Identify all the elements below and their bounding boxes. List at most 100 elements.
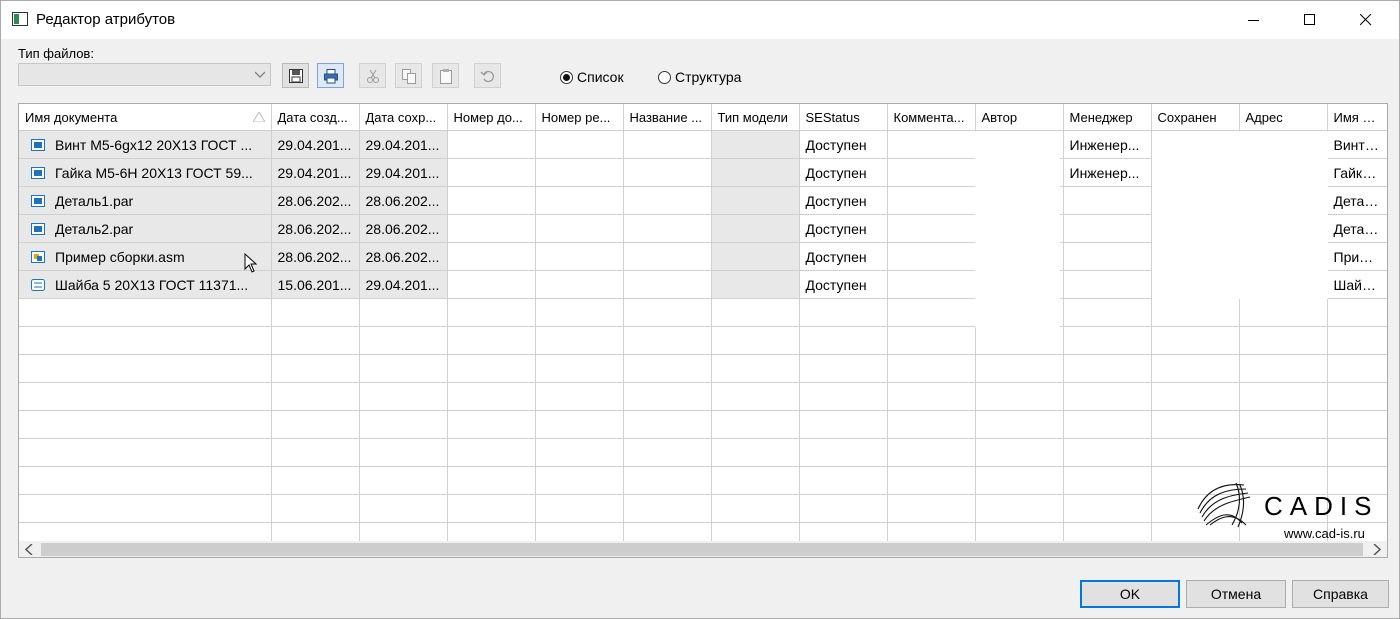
table-cell[interactable] bbox=[623, 186, 712, 215]
table-cell[interactable]: Деталь2 bbox=[1327, 214, 1387, 243]
table-cell[interactable]: 15.06.201... bbox=[271, 270, 360, 299]
table-cell[interactable]: 29.04.201... bbox=[271, 130, 360, 159]
column-header[interactable]: Коммента... bbox=[887, 104, 976, 131]
table-cell[interactable] bbox=[447, 158, 536, 187]
table-cell[interactable]: Доступен bbox=[799, 214, 888, 243]
column-header[interactable]: Номер ре... bbox=[535, 104, 624, 131]
scrollbar-thumb[interactable] bbox=[41, 543, 1363, 556]
table-cell[interactable]: 28.06.202... bbox=[359, 242, 448, 271]
table-cell[interactable] bbox=[535, 130, 624, 159]
table-cell[interactable]: Шайба 5 bbox=[1327, 270, 1387, 299]
table-cell[interactable] bbox=[711, 242, 800, 271]
table-cell[interactable] bbox=[447, 242, 536, 271]
table-cell[interactable] bbox=[447, 186, 536, 215]
table-cell[interactable]: 29.04.201... bbox=[359, 130, 448, 159]
table-cell[interactable] bbox=[711, 186, 800, 215]
table-cell[interactable] bbox=[887, 130, 976, 159]
help-button[interactable]: Справка bbox=[1292, 580, 1389, 608]
radio-structure-dot[interactable] bbox=[658, 70, 671, 84]
table-cell[interactable]: Доступен bbox=[799, 130, 888, 159]
table-cell[interactable]: Деталь2.par bbox=[19, 214, 272, 243]
maximize-button[interactable] bbox=[1287, 1, 1333, 39]
table-cell[interactable]: Инженер... bbox=[1063, 130, 1152, 159]
column-header[interactable]: Адрес bbox=[1239, 104, 1328, 131]
column-header[interactable]: Дата сохр... bbox=[359, 104, 448, 131]
column-header[interactable]: Имя фай bbox=[1327, 104, 1387, 131]
table-cell[interactable]: Доступен bbox=[799, 158, 888, 187]
table-cell[interactable] bbox=[887, 214, 976, 243]
table-cell[interactable]: 29.04.201... bbox=[359, 270, 448, 299]
horizontal-scrollbar[interactable] bbox=[19, 541, 1387, 557]
table-cell[interactable] bbox=[711, 130, 800, 159]
close-button[interactable] bbox=[1343, 1, 1389, 39]
table-cell[interactable]: 28.06.202... bbox=[271, 242, 360, 271]
table-cell[interactable] bbox=[535, 186, 624, 215]
table-cell[interactable]: Шайба 5 20Х13 ГОСТ 11371... bbox=[19, 270, 272, 299]
table-cell[interactable] bbox=[711, 270, 800, 299]
table-cell[interactable]: 28.06.202... bbox=[359, 186, 448, 215]
table-cell[interactable]: Пример bbox=[1327, 242, 1387, 271]
table-cell[interactable] bbox=[887, 270, 976, 299]
table-cell[interactable]: 28.06.202... bbox=[271, 186, 360, 215]
table-cell[interactable] bbox=[887, 186, 976, 215]
column-header[interactable]: Имя документа bbox=[19, 104, 272, 131]
table-cell[interactable] bbox=[1063, 242, 1152, 271]
table-cell[interactable]: Инженер... bbox=[1063, 158, 1152, 187]
table-cell[interactable] bbox=[623, 242, 712, 271]
table-cell[interactable] bbox=[1063, 214, 1152, 243]
print-button[interactable] bbox=[317, 63, 344, 88]
table-cell[interactable] bbox=[535, 242, 624, 271]
table-cell[interactable] bbox=[623, 270, 712, 299]
table-cell[interactable] bbox=[447, 270, 536, 299]
table-cell[interactable]: Винт М5-6gx12 20Х13 ГОСТ ... bbox=[19, 130, 272, 159]
table-cell[interactable] bbox=[623, 158, 712, 187]
table-cell[interactable]: Деталь1.par bbox=[19, 186, 272, 215]
table-cell[interactable]: 29.04.201... bbox=[271, 158, 360, 187]
table-cell[interactable] bbox=[1063, 270, 1152, 299]
table-cell[interactable]: Доступен bbox=[799, 186, 888, 215]
column-header[interactable]: Тип модели bbox=[711, 104, 800, 131]
table-cell[interactable] bbox=[711, 214, 800, 243]
table-cell[interactable] bbox=[535, 270, 624, 299]
minimize-button[interactable] bbox=[1231, 1, 1277, 39]
column-header[interactable]: SEStatus bbox=[799, 104, 888, 131]
table-cell[interactable]: 28.06.202... bbox=[271, 214, 360, 243]
table-cell[interactable]: Пример сборки.asm bbox=[19, 242, 272, 271]
table-cell[interactable] bbox=[535, 158, 624, 187]
cancel-button[interactable]: Отмена bbox=[1186, 580, 1286, 608]
table-cell[interactable]: Доступен bbox=[799, 242, 888, 271]
copy-button[interactable] bbox=[395, 63, 422, 88]
cut-button[interactable] bbox=[359, 63, 386, 88]
table-cell[interactable]: Винт М5 bbox=[1327, 130, 1387, 159]
column-header[interactable]: Номер до... bbox=[447, 104, 536, 131]
table-cell[interactable] bbox=[623, 130, 712, 159]
scroll-right-icon[interactable] bbox=[1373, 544, 1381, 555]
paste-button[interactable] bbox=[432, 63, 459, 88]
column-header[interactable]: Менеджер bbox=[1063, 104, 1152, 131]
table-cell[interactable]: 29.04.201... bbox=[359, 158, 448, 187]
table-cell[interactable] bbox=[447, 214, 536, 243]
save-button[interactable] bbox=[282, 63, 309, 88]
table-cell[interactable] bbox=[711, 158, 800, 187]
table-cell[interactable]: 28.06.202... bbox=[359, 214, 448, 243]
column-header[interactable]: Дата созд... bbox=[271, 104, 360, 131]
table-cell[interactable]: Деталь1 bbox=[1327, 186, 1387, 215]
column-header[interactable]: Название ... bbox=[623, 104, 712, 131]
column-header[interactable]: Сохранен bbox=[1151, 104, 1240, 131]
table-cell[interactable] bbox=[535, 214, 624, 243]
table-cell[interactable] bbox=[1063, 186, 1152, 215]
scroll-left-icon[interactable] bbox=[25, 544, 33, 555]
radio-view-list[interactable]: Список bbox=[560, 69, 624, 85]
table-cell[interactable] bbox=[887, 158, 976, 187]
table-cell[interactable] bbox=[887, 242, 976, 271]
undo-button[interactable] bbox=[474, 63, 501, 88]
table-cell[interactable] bbox=[447, 130, 536, 159]
table-cell[interactable]: Доступен bbox=[799, 270, 888, 299]
table-cell[interactable] bbox=[623, 214, 712, 243]
file-type-select[interactable] bbox=[18, 63, 271, 86]
ok-button[interactable]: OK bbox=[1080, 580, 1180, 608]
column-header[interactable]: Автор bbox=[975, 104, 1064, 131]
radio-list-dot[interactable] bbox=[560, 70, 573, 84]
radio-view-structure[interactable]: Структура bbox=[658, 69, 741, 85]
table-cell[interactable]: Гайка М5-6Н 20Х13 ГОСТ 59... bbox=[19, 158, 272, 187]
